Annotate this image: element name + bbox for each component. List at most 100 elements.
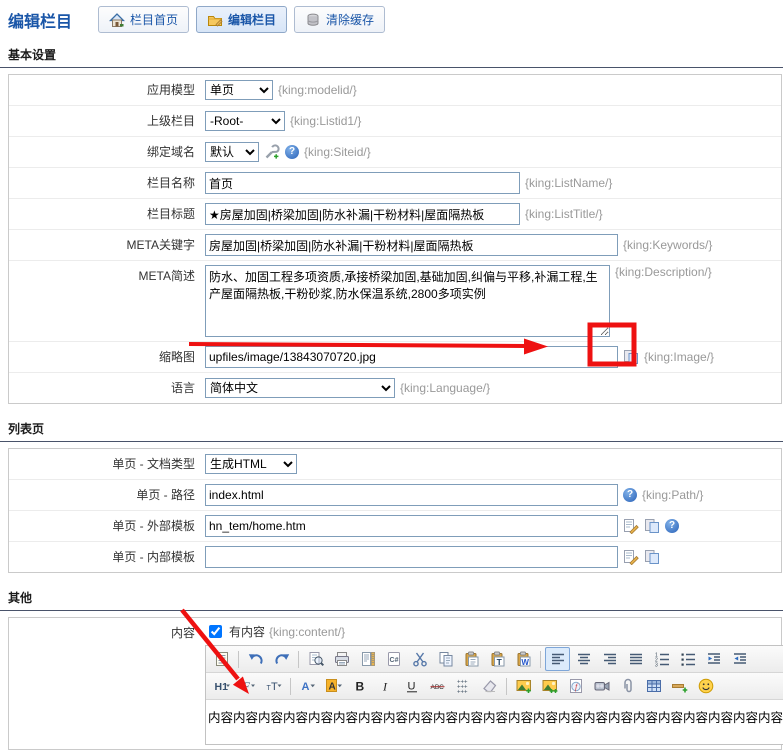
toolbar-separator [506, 678, 507, 695]
toolbar-separator [540, 651, 541, 668]
parent-select[interactable]: -Root- [205, 111, 285, 131]
model-label: 应用模型 [9, 79, 205, 101]
browse-file-icon[interactable] [644, 549, 660, 565]
code-icon[interactable]: C# [381, 647, 406, 671]
remove-format-icon[interactable] [477, 674, 502, 698]
insert-table-icon[interactable] [641, 674, 666, 698]
basic-panel: 应用模型 单页 {king:modelid/} 上级栏目 -Root- {kin… [8, 74, 782, 404]
title-input[interactable] [205, 203, 520, 225]
align-left-icon[interactable] [545, 647, 570, 671]
internal-template-input[interactable] [205, 546, 618, 568]
path-template-tag: {king:Path/} [642, 488, 703, 502]
model-template-tag: {king:modelid/} [278, 83, 357, 97]
paste-text-icon[interactable]: T [485, 647, 510, 671]
underline-icon[interactable]: U [399, 674, 424, 698]
editor-content[interactable]: 内容内容内容内容内容内容内容内容内容内容内容内容内容内容内容内容内容内容内容内容… [206, 700, 783, 744]
folder-edit-icon [207, 12, 223, 28]
wrench-icon[interactable] [264, 144, 280, 160]
insert-flash-icon[interactable]: f [563, 674, 588, 698]
svg-text:W: W [521, 658, 529, 667]
paste-word-icon[interactable]: W [511, 647, 536, 671]
print-icon[interactable] [329, 647, 354, 671]
domain-select[interactable]: 默认 [205, 142, 259, 162]
heading-icon[interactable]: H1 [209, 674, 234, 698]
section-list-title: 列表页 [0, 414, 783, 442]
letter-spacing-icon[interactable]: +++++++++ [451, 674, 476, 698]
doctype-select[interactable]: 生成HTML [205, 454, 297, 474]
paste-icon[interactable] [459, 647, 484, 671]
form-row-name: 栏目名称 {king:ListName/} [9, 168, 781, 199]
svg-text:+++: +++ [457, 690, 468, 695]
copy-icon[interactable] [433, 647, 458, 671]
editor-toolbar-row1: C# T W 123 [206, 646, 783, 673]
source-icon[interactable] [209, 647, 234, 671]
description-textarea[interactable]: 防水、加固工程多项资质,承接桥梁加固,基础加固,纠偏与平移,补漏工程,生产屋面隔… [205, 265, 610, 337]
toolbar-separator [290, 678, 291, 695]
horizontal-rule-icon[interactable] [667, 674, 692, 698]
form-row-language: 语言 简体中文 {king:Language/} [9, 373, 781, 403]
bold-icon[interactable]: B [347, 674, 372, 698]
font-color-icon[interactable]: A [295, 674, 320, 698]
nav-column-home-button[interactable]: 栏目首页 [98, 6, 189, 33]
thumbnail-label: 缩略图 [9, 346, 205, 368]
justify-icon[interactable] [623, 647, 648, 671]
model-select[interactable]: 单页 [205, 80, 273, 100]
top-nav: 栏目首页 编辑栏目 清除缓存 [98, 6, 385, 33]
svg-text:U: U [407, 681, 415, 693]
path-help-icon[interactable] [623, 488, 637, 502]
nav-clear-cache-label: 清除缓存 [326, 11, 374, 28]
has-content-checkbox[interactable] [209, 625, 222, 638]
insert-media-icon[interactable] [589, 674, 614, 698]
form-row-thumbnail: 缩略图 {king:Image/} [9, 342, 781, 373]
form-row-path: 单页 - 路径 {king:Path/} [9, 480, 781, 511]
browse-file-icon[interactable] [644, 518, 660, 534]
domain-label: 绑定域名 [9, 141, 205, 163]
select-template-icon[interactable] [623, 549, 639, 565]
edit-column-page: 编辑栏目 栏目首页 编辑栏目 清除缓存 基本设置 应用模型 单页 {king:m… [0, 0, 783, 750]
attachment-icon[interactable] [615, 674, 640, 698]
outdent-icon[interactable] [727, 647, 752, 671]
toolbar-separator [298, 651, 299, 668]
nav-clear-cache-button[interactable]: 清除缓存 [294, 6, 385, 33]
align-center-icon[interactable] [571, 647, 596, 671]
unordered-list-icon[interactable] [675, 647, 700, 671]
form-row-content: 内容 有内容{king:content/} C#TW123 H1FTTAABIU… [9, 618, 781, 749]
undo-icon[interactable] [243, 647, 268, 671]
name-input[interactable] [205, 172, 520, 194]
indent-icon[interactable] [701, 647, 726, 671]
section-other-title: 其他 [0, 583, 783, 611]
keywords-input[interactable] [205, 234, 618, 256]
external-template-input[interactable] [205, 515, 618, 537]
language-select[interactable]: 简体中文 [205, 378, 395, 398]
content-label: 内容 [9, 622, 205, 644]
highlight-color-icon[interactable]: A [321, 674, 346, 698]
align-right-icon[interactable] [597, 647, 622, 671]
ordered-list-icon[interactable]: 123 [649, 647, 674, 671]
italic-icon[interactable]: I [373, 674, 398, 698]
cut-icon[interactable] [407, 647, 432, 671]
insert-images-icon[interactable] [537, 674, 562, 698]
svg-text:A: A [301, 681, 309, 693]
form-row-doctype: 单页 - 文档类型 生成HTML [9, 449, 781, 480]
strikethrough-icon[interactable]: ABC [425, 674, 450, 698]
title-label: 栏目标题 [9, 203, 205, 225]
font-size-icon[interactable]: TT [261, 674, 286, 698]
path-input[interactable] [205, 484, 618, 506]
insert-image-icon[interactable] [511, 674, 536, 698]
svg-text:3: 3 [655, 663, 658, 668]
browse-file-icon[interactable] [623, 349, 639, 365]
nav-edit-column-label: 编辑栏目 [228, 11, 276, 28]
svg-text:T: T [271, 681, 278, 693]
domain-help-icon[interactable] [285, 145, 299, 159]
template-icon[interactable] [355, 647, 380, 671]
content-template-tag: {king:content/} [269, 623, 345, 641]
preview-icon[interactable] [303, 647, 328, 671]
redo-icon[interactable] [269, 647, 294, 671]
page-header: 编辑栏目 栏目首页 编辑栏目 清除缓存 [0, 0, 783, 40]
thumbnail-input[interactable] [205, 346, 618, 368]
external-template-help-icon[interactable] [665, 519, 679, 533]
emoticon-icon[interactable] [693, 674, 718, 698]
nav-edit-column-button[interactable]: 编辑栏目 [196, 6, 287, 33]
font-icon[interactable]: F [235, 674, 260, 698]
select-template-icon[interactable] [623, 518, 639, 534]
